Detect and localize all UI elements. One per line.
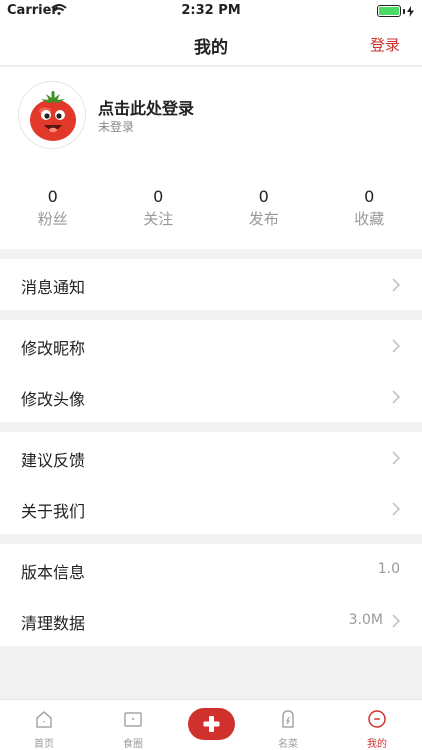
stat-label: 粉丝 bbox=[37, 210, 68, 228]
menu-item-edit-avatar[interactable]: 修改头像 bbox=[0, 371, 422, 422]
tab-label: 名菜 bbox=[278, 739, 298, 750]
stat-following[interactable]: 0 关注 bbox=[106, 187, 212, 229]
stat-fans[interactable]: 0 粉丝 bbox=[0, 187, 106, 229]
chevron-right-icon bbox=[392, 339, 401, 353]
menu-item-notifications[interactable]: 消息通知 bbox=[0, 259, 422, 310]
login-button[interactable]: 登录 bbox=[370, 34, 400, 55]
stat-value: 0 bbox=[47, 187, 58, 206]
tab-label: 食圈 bbox=[123, 739, 143, 750]
tab-famous-dishes[interactable]: 名菜 bbox=[253, 700, 323, 750]
menu-item-about[interactable]: 关于我们 bbox=[0, 483, 422, 534]
status-bar: Carrier 2:32 PM bbox=[0, 0, 422, 22]
menu-item-label: 修改昵称 bbox=[21, 339, 86, 358]
menu-item-version: 版本信息 1.0 bbox=[0, 544, 422, 595]
tab-label: 我的 bbox=[367, 739, 387, 750]
chevron-right-icon bbox=[392, 278, 401, 292]
stat-favorites[interactable]: 0 收藏 bbox=[317, 187, 422, 229]
menu-group-account: 修改昵称 修改头像 bbox=[0, 320, 422, 422]
stat-label: 关注 bbox=[143, 210, 174, 228]
page-title: 我的 bbox=[194, 38, 228, 58]
menu-item-edit-nickname[interactable]: 修改昵称 bbox=[0, 320, 422, 371]
tab-bar: 首页 食圈 名菜 我的 bbox=[0, 699, 422, 750]
battery-icon bbox=[377, 5, 414, 17]
stat-value: 0 bbox=[364, 187, 375, 206]
menu-group-messages: 消息通知 bbox=[0, 259, 422, 310]
login-status: 未登录 bbox=[98, 120, 135, 134]
plus-icon bbox=[203, 716, 220, 732]
login-prompt[interactable]: 点击此处登录 bbox=[98, 95, 194, 119]
clock-time: 2:32 PM bbox=[181, 3, 241, 18]
stat-label: 发布 bbox=[248, 210, 279, 228]
stat-value: 0 bbox=[258, 187, 269, 206]
tab-profile[interactable]: 我的 bbox=[342, 700, 412, 750]
menu-item-label: 建议反馈 bbox=[21, 451, 86, 470]
add-post-button[interactable] bbox=[188, 708, 235, 740]
charging-icon bbox=[407, 5, 414, 17]
profile-icon bbox=[368, 710, 386, 728]
stats-row: 0 粉丝 0 关注 0 发布 0 收藏 bbox=[0, 187, 422, 229]
cache-size-value: 3.0M bbox=[348, 612, 383, 628]
tab-label: 首页 bbox=[34, 739, 54, 750]
menu-group-system: 版本信息 1.0 清理数据 3.0M bbox=[0, 544, 422, 646]
chevron-right-icon bbox=[392, 502, 401, 516]
menu-item-label: 清理数据 bbox=[21, 614, 86, 633]
avatar[interactable] bbox=[18, 81, 86, 149]
profile-section: 点击此处登录 未登录 0 粉丝 0 关注 0 发布 0 收藏 bbox=[0, 67, 422, 249]
menu-item-clear-data[interactable]: 清理数据 3.0M bbox=[0, 595, 422, 646]
chevron-right-icon bbox=[392, 390, 401, 404]
stat-label: 收藏 bbox=[354, 210, 385, 228]
menu-group-support: 建议反馈 关于我们 bbox=[0, 432, 422, 534]
navigation-bar: 我的 登录 bbox=[0, 22, 422, 66]
stat-posts[interactable]: 0 发布 bbox=[211, 187, 317, 229]
tab-home[interactable]: 首页 bbox=[9, 700, 79, 750]
monitor-icon bbox=[124, 712, 142, 727]
dish-icon bbox=[282, 710, 294, 728]
stat-value: 0 bbox=[153, 187, 164, 206]
version-value: 1.0 bbox=[377, 561, 400, 577]
chevron-right-icon bbox=[392, 614, 401, 628]
tomato-mascot-icon bbox=[30, 91, 76, 141]
menu-item-feedback[interactable]: 建议反馈 bbox=[0, 432, 422, 483]
menu-item-label: 修改头像 bbox=[21, 390, 86, 409]
home-icon bbox=[36, 711, 52, 728]
tab-food-circle[interactable]: 食圈 bbox=[98, 700, 168, 750]
menu-item-label: 版本信息 bbox=[21, 563, 86, 582]
chevron-right-icon bbox=[392, 451, 401, 465]
menu-item-label: 消息通知 bbox=[21, 278, 86, 297]
menu-item-label: 关于我们 bbox=[21, 502, 86, 521]
